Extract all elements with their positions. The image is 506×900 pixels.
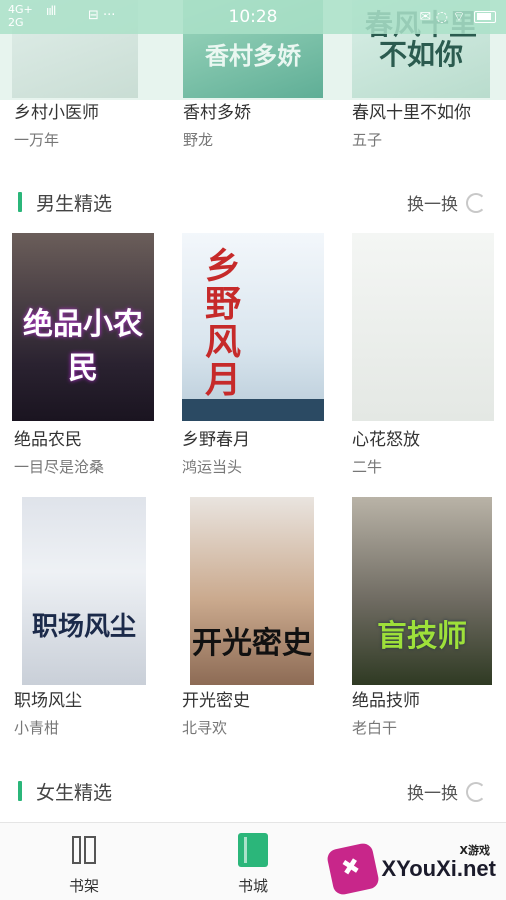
tab-label: 书架	[68, 877, 99, 895]
section-accent-bar	[18, 781, 22, 801]
section-header-male: 男生精选 换一换	[0, 183, 506, 223]
section-title: 男生精选	[36, 193, 113, 215]
status-bar: 4G+ 2G ııll ⊟ ··· 10:28 ✉ ◌ ⌔	[0, 0, 506, 34]
book-title: 乡村小医师	[14, 103, 99, 123]
battery-icon	[474, 11, 496, 23]
watermark-text: XYouXi.net	[381, 856, 497, 881]
book-title: 乡野春月	[182, 430, 250, 450]
tab-bookshelf[interactable]: 书架	[39, 833, 129, 896]
book-cover[interactable]: 绝品小农民	[12, 233, 154, 421]
book-title: 绝品技师	[352, 691, 420, 711]
refresh-label: 换一换	[407, 195, 458, 215]
refresh-button[interactable]: 换一换	[407, 190, 486, 215]
book-author: 小青柑	[14, 719, 60, 737]
cover-title: 香村多娇	[205, 41, 301, 70]
book-author: 老白干	[352, 719, 398, 737]
book-title: 春风十里不如你	[352, 103, 471, 123]
refresh-label: 换一换	[407, 784, 458, 804]
book-item[interactable]: 职场风尘 小青柑	[14, 686, 164, 738]
book-item[interactable]: 绝品技师 老白干	[352, 686, 502, 738]
book-author: 鸿运当头	[182, 458, 243, 476]
book-author: 五子	[352, 131, 383, 149]
tab-label: 书城	[237, 877, 268, 895]
book-author: 一目尽是沧桑	[14, 458, 105, 476]
book-item[interactable]: 乡村小医师 一万年	[14, 98, 164, 150]
book-item[interactable]: 开光密史 北寻欢	[182, 686, 332, 738]
book-title: 绝品农民	[14, 430, 82, 450]
section-accent-bar	[18, 192, 22, 212]
cover-title: 乡野风月	[204, 245, 241, 401]
tab-bookstore[interactable]: 书城	[208, 833, 298, 896]
book-cover[interactable]: 开光密史	[190, 497, 314, 685]
book-title: 香村多娇	[183, 103, 251, 123]
cover-title: 开光密史	[192, 626, 312, 661]
watermark-logo: X游戏 XYouXi.net	[325, 838, 500, 897]
cover-title: 绝品小农民	[23, 307, 143, 386]
cover-title: 盲技师	[377, 619, 467, 654]
book-title: 心花怒放	[352, 430, 420, 450]
book-item[interactable]: 香村多娇 野龙	[183, 98, 333, 150]
book-cover[interactable]	[352, 233, 494, 421]
cover-title: 职场风尘	[31, 612, 136, 642]
book-author: 一万年	[14, 131, 60, 149]
section-header-female: 女生精选 换一换	[0, 772, 506, 812]
book-author: 二牛	[352, 458, 383, 476]
refresh-button[interactable]: 换一换	[407, 779, 486, 804]
bookstore-icon	[238, 833, 268, 867]
cover-strip	[182, 399, 324, 421]
book-item[interactable]: 绝品农民 一目尽是沧桑	[14, 425, 164, 477]
system-icons: ✉ ◌ ⌔	[419, 9, 466, 25]
book-title: 开光密史	[182, 691, 250, 711]
bookshelf-icon	[67, 833, 101, 867]
status-icons: ✉ ◌ ⌔	[420, 8, 496, 26]
book-cover[interactable]: 职场风尘	[22, 497, 146, 685]
refresh-icon	[466, 781, 486, 802]
book-item[interactable]: 心花怒放 二牛	[352, 425, 502, 477]
book-cover[interactable]: 乡野风月	[182, 233, 324, 421]
section-title: 女生精选	[36, 782, 113, 804]
watermark-badge-icon	[325, 841, 381, 897]
book-item[interactable]: 乡野春月 鸿运当头	[182, 425, 332, 477]
book-item[interactable]: 春风十里不如你 五子	[352, 98, 502, 150]
book-cover[interactable]: 盲技师	[352, 497, 492, 685]
book-title: 职场风尘	[14, 691, 82, 711]
book-author: 北寻欢	[182, 719, 228, 737]
refresh-icon	[466, 192, 486, 213]
book-author: 野龙	[183, 131, 214, 149]
